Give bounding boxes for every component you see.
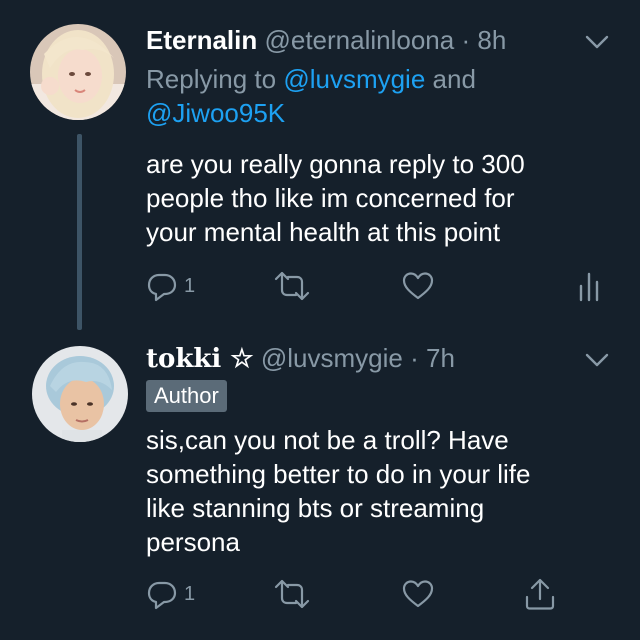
user-handle[interactable]: @luvsmygie xyxy=(261,343,403,373)
retweet-icon xyxy=(274,579,310,609)
heart-icon xyxy=(402,580,434,608)
analytics-button[interactable] xyxy=(578,268,600,304)
retweet-button[interactable] xyxy=(274,268,310,304)
reply-icon xyxy=(147,581,177,610)
author-badge: Author xyxy=(146,380,227,412)
mention-joiner: and xyxy=(425,64,476,94)
replying-to-label: Replying to xyxy=(146,64,284,94)
retweet-button[interactable] xyxy=(274,576,310,612)
like-button[interactable] xyxy=(402,576,434,612)
tweet-actions: 1 xyxy=(146,576,616,612)
tweet-text: are you really gonna reply to 300 people… xyxy=(146,147,606,249)
tweet-text-line: are you really gonna reply to 300 xyxy=(146,149,525,179)
display-name[interactable]: Eternalin xyxy=(146,25,257,55)
reply-button[interactable]: 1 xyxy=(146,268,195,304)
analytics-icon xyxy=(579,272,599,302)
share-icon xyxy=(525,578,555,610)
chevron-down-icon[interactable] xyxy=(584,350,610,370)
tweet-text-line: people tho like im concerned for xyxy=(146,183,515,213)
avatar-eternalin[interactable] xyxy=(30,24,126,120)
reply-icon xyxy=(147,273,177,302)
tweet-text-line: your mental health at this point xyxy=(146,217,501,247)
share-button[interactable] xyxy=(524,576,556,612)
thread-connector-line xyxy=(77,134,82,330)
tweet-actions: 1 xyxy=(146,268,616,304)
tweet-text-line: like stanning bts or streaming xyxy=(146,493,485,523)
tweet-tokki[interactable]: tokki ☆ @luvsmygie · 7h Author sis,can y… xyxy=(0,330,640,640)
tweet-text-line: persona xyxy=(146,527,240,557)
reply-count: 1 xyxy=(184,274,196,297)
retweet-icon xyxy=(274,271,310,301)
timestamp[interactable]: 8h xyxy=(477,25,506,55)
reply-button[interactable]: 1 xyxy=(146,576,195,612)
tweet-eternalin[interactable]: Eternalin @eternalinloona · 8h Replying … xyxy=(0,0,640,330)
tweet-header: Eternalin @eternalinloona · 8h xyxy=(146,24,506,56)
tweet-header: tokki ☆ @luvsmygie · 7h xyxy=(146,342,455,375)
heart-icon xyxy=(402,272,434,300)
avatar-tokki[interactable] xyxy=(32,346,128,442)
tweet-text-line: sis,can you not be a troll? Have xyxy=(146,425,509,455)
reply-count: 1 xyxy=(184,582,196,605)
timestamp[interactable]: 7h xyxy=(426,343,455,373)
display-name[interactable]: tokki ☆ xyxy=(146,344,254,374)
like-button[interactable] xyxy=(402,268,434,304)
user-handle[interactable]: @eternalinloona xyxy=(264,25,454,55)
separator-dot: · xyxy=(461,25,471,55)
blonde-girl-avatar-icon xyxy=(30,24,126,120)
mention-luvsmygie[interactable]: @luvsmygie xyxy=(283,64,425,94)
tweet-text-line: something better to do in your life xyxy=(146,459,531,489)
chevron-down-icon[interactable] xyxy=(584,32,610,52)
separator-dot: · xyxy=(410,343,419,373)
replying-to: Replying to @luvsmygie and @Jiwoo95K xyxy=(146,62,586,130)
mention-jiwoo95k[interactable]: @Jiwoo95K xyxy=(146,98,285,128)
tweet-text: sis,can you not be a troll? Have somethi… xyxy=(146,423,606,559)
blue-haired-boy-avatar-icon xyxy=(32,346,128,442)
